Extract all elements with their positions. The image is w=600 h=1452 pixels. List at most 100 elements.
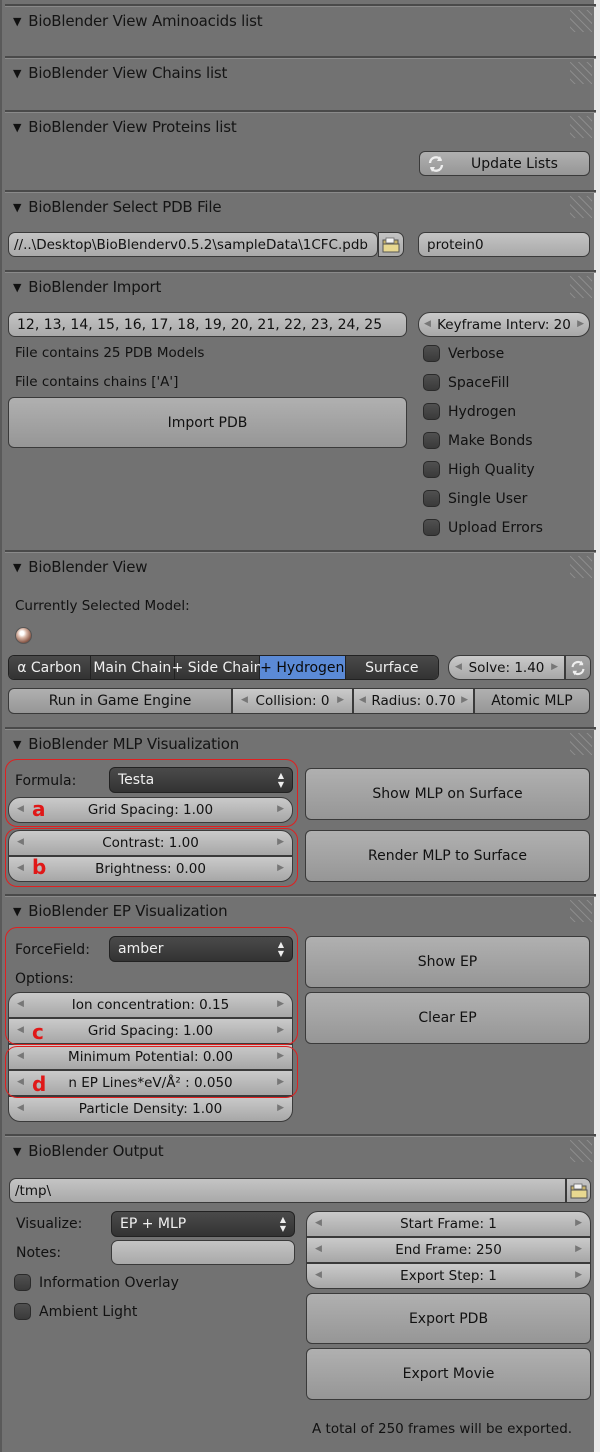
panel-header-select-pdb[interactable]: ▼ BioBlender Select PDB File	[13, 198, 222, 216]
decrement-arrow-icon[interactable]: ◀	[315, 1270, 322, 1280]
panel-drag-grip-icon[interactable]	[570, 10, 592, 32]
decrement-arrow-icon[interactable]: ◀	[17, 837, 24, 847]
solve-field[interactable]: ◀ Solve: 1.40 ▶	[448, 655, 565, 680]
panel-header-output[interactable]: ▼ BioBlender Output	[13, 1142, 164, 1160]
high-quality-checkbox[interactable]: High Quality	[423, 461, 535, 478]
update-lists-button[interactable]: Update Lists	[419, 151, 590, 176]
atomic-mlp-button[interactable]: Atomic MLP	[474, 688, 590, 714]
panel-header-ep[interactable]: ▼ BioBlender EP Visualization	[13, 902, 228, 920]
decrement-arrow-icon[interactable]: ◀	[17, 1051, 24, 1061]
upload-errors-checkbox[interactable]: Upload Errors	[423, 519, 543, 536]
panel-drag-grip-icon[interactable]	[570, 556, 592, 578]
render-mlp-to-surface-button[interactable]: Render MLP to Surface	[305, 830, 590, 882]
export-pdb-button[interactable]: Export PDB	[306, 1293, 591, 1344]
checkbox-box[interactable]	[14, 1303, 31, 1320]
make-bonds-checkbox[interactable]: Make Bonds	[423, 432, 533, 449]
spacefill-checkbox[interactable]: SpaceFill	[423, 374, 509, 391]
panel-header-view[interactable]: ▼ BioBlender View	[13, 558, 148, 576]
increment-arrow-icon[interactable]: ▶	[577, 319, 584, 329]
ep-lines-field[interactable]: ◀ n EP Lines*eV/Å² : 0.050 ▶	[8, 1070, 293, 1096]
panel-header-chains[interactable]: ▼ BioBlender View Chains list	[13, 64, 227, 82]
end-frame-field[interactable]: ◀ End Frame: 250 ▶	[306, 1237, 591, 1263]
mode-side-chain[interactable]: + Side Chain	[172, 656, 263, 679]
formula-dropdown[interactable]: Testa ▲ ▼	[109, 767, 293, 793]
decrement-arrow-icon[interactable]: ◀	[17, 999, 24, 1009]
checkbox-box[interactable]	[423, 461, 440, 478]
checkbox-box[interactable]	[423, 519, 440, 536]
mode-alpha-carbon[interactable]: α Carbon	[9, 656, 91, 679]
radius-field[interactable]: ◀ Radius: 0.70 ▶	[353, 688, 474, 714]
increment-arrow-icon[interactable]: ▶	[277, 863, 284, 873]
decrement-arrow-icon[interactable]: ◀	[17, 1103, 24, 1113]
verbose-checkbox[interactable]: Verbose	[423, 345, 504, 362]
panel-drag-grip-icon[interactable]	[570, 116, 592, 138]
checkbox-box[interactable]	[423, 403, 440, 420]
single-user-checkbox[interactable]: Single User	[423, 490, 527, 507]
show-mlp-on-surface-button[interactable]: Show MLP on Surface	[305, 768, 590, 820]
panel-drag-grip-icon[interactable]	[570, 196, 592, 218]
collision-field[interactable]: ◀ Collision: 0 ▶	[232, 688, 353, 714]
brightness-field[interactable]: ◀ Brightness: 0.00 ▶	[8, 856, 293, 882]
increment-arrow-icon[interactable]: ▶	[277, 1103, 284, 1113]
mode-hydrogen[interactable]: + Hydrogen	[260, 656, 346, 679]
decrement-arrow-icon[interactable]: ◀	[359, 695, 366, 705]
panel-drag-grip-icon[interactable]	[570, 276, 592, 298]
increment-arrow-icon[interactable]: ▶	[575, 1218, 582, 1228]
mode-main-chain[interactable]: Main Chain	[90, 656, 176, 679]
decrement-arrow-icon[interactable]: ◀	[17, 1077, 24, 1087]
export-step-field[interactable]: ◀ Export Step: 1 ▶	[306, 1263, 591, 1289]
increment-arrow-icon[interactable]: ▶	[575, 1244, 582, 1254]
contrast-field[interactable]: ◀ Contrast: 1.00 ▶	[8, 830, 293, 856]
mode-surface[interactable]: Surface	[345, 656, 438, 679]
checkbox-box[interactable]	[423, 432, 440, 449]
checkbox-box[interactable]	[14, 1274, 31, 1291]
decrement-arrow-icon[interactable]: ◀	[241, 695, 248, 705]
panel-header-aminoacids[interactable]: ▼ BioBlender View Aminoacids list	[13, 12, 263, 30]
increment-arrow-icon[interactable]: ▶	[277, 1025, 284, 1035]
mlp-grid-spacing-field[interactable]: ◀ Grid Spacing: 1.00 ▶	[8, 797, 293, 823]
increment-arrow-icon[interactable]: ▶	[277, 1051, 284, 1061]
visualize-dropdown[interactable]: EP + MLP ▲ ▼	[111, 1211, 295, 1237]
particle-density-field[interactable]: ◀ Particle Density: 1.00 ▶	[8, 1096, 293, 1122]
ambient-light-checkbox[interactable]: Ambient Light	[14, 1303, 137, 1320]
decrement-arrow-icon[interactable]: ◀	[455, 662, 462, 672]
decrement-arrow-icon[interactable]: ◀	[17, 1025, 24, 1035]
panel-drag-grip-icon[interactable]	[570, 62, 592, 84]
decrement-arrow-icon[interactable]: ◀	[424, 319, 431, 329]
import-pdb-button[interactable]: Import PDB	[8, 397, 407, 448]
protein-name-input[interactable]: protein0	[418, 232, 590, 257]
increment-arrow-icon[interactable]: ▶	[337, 695, 344, 705]
start-frame-field[interactable]: ◀ Start Frame: 1 ▶	[306, 1211, 591, 1237]
pdb-file-path-input[interactable]: //..\Desktop\BioBlenderv0.5.2\sampleData…	[8, 232, 378, 257]
ion-concentration-field[interactable]: ◀ Ion concentration: 0.15 ▶	[8, 992, 293, 1018]
show-ep-button[interactable]: Show EP	[305, 936, 590, 988]
models-list-input[interactable]: 12, 13, 14, 15, 16, 17, 18, 19, 20, 21, …	[8, 312, 407, 337]
solve-refresh-button[interactable]	[565, 655, 591, 680]
increment-arrow-icon[interactable]: ▶	[277, 837, 284, 847]
output-path-input[interactable]: /tmp\	[9, 1178, 566, 1203]
panel-header-mlp[interactable]: ▼ BioBlender MLP Visualization	[13, 735, 239, 753]
clear-ep-button[interactable]: Clear EP	[305, 992, 590, 1044]
keyframe-interval-field[interactable]: ◀ Keyframe Interv: 20 ▶	[418, 312, 590, 337]
decrement-arrow-icon[interactable]: ◀	[315, 1244, 322, 1254]
file-browse-button[interactable]	[378, 232, 404, 257]
increment-arrow-icon[interactable]: ▶	[277, 804, 284, 814]
checkbox-box[interactable]	[423, 345, 440, 362]
information-overlay-checkbox[interactable]: Information Overlay	[14, 1274, 179, 1291]
increment-arrow-icon[interactable]: ▶	[551, 662, 558, 672]
run-game-engine-button[interactable]: Run in Game Engine	[8, 688, 232, 714]
ep-grid-spacing-field[interactable]: ◀ Grid Spacing: 1.00 ▶	[8, 1018, 293, 1044]
checkbox-box[interactable]	[423, 374, 440, 391]
notes-input[interactable]	[111, 1240, 295, 1265]
minimum-potential-field[interactable]: ◀ Minimum Potential: 0.00 ▶	[8, 1044, 293, 1070]
increment-arrow-icon[interactable]: ▶	[575, 1270, 582, 1280]
forcefield-dropdown[interactable]: amber ▲ ▼	[109, 936, 293, 962]
decrement-arrow-icon[interactable]: ◀	[315, 1218, 322, 1228]
output-browse-button[interactable]	[566, 1178, 591, 1203]
panel-header-proteins[interactable]: ▼ BioBlender View Proteins list	[13, 118, 237, 136]
panel-header-import[interactable]: ▼ BioBlender Import	[13, 278, 161, 296]
increment-arrow-icon[interactable]: ▶	[277, 1077, 284, 1087]
decrement-arrow-icon[interactable]: ◀	[17, 804, 24, 814]
increment-arrow-icon[interactable]: ▶	[277, 999, 284, 1009]
panel-drag-grip-icon[interactable]	[570, 733, 592, 755]
